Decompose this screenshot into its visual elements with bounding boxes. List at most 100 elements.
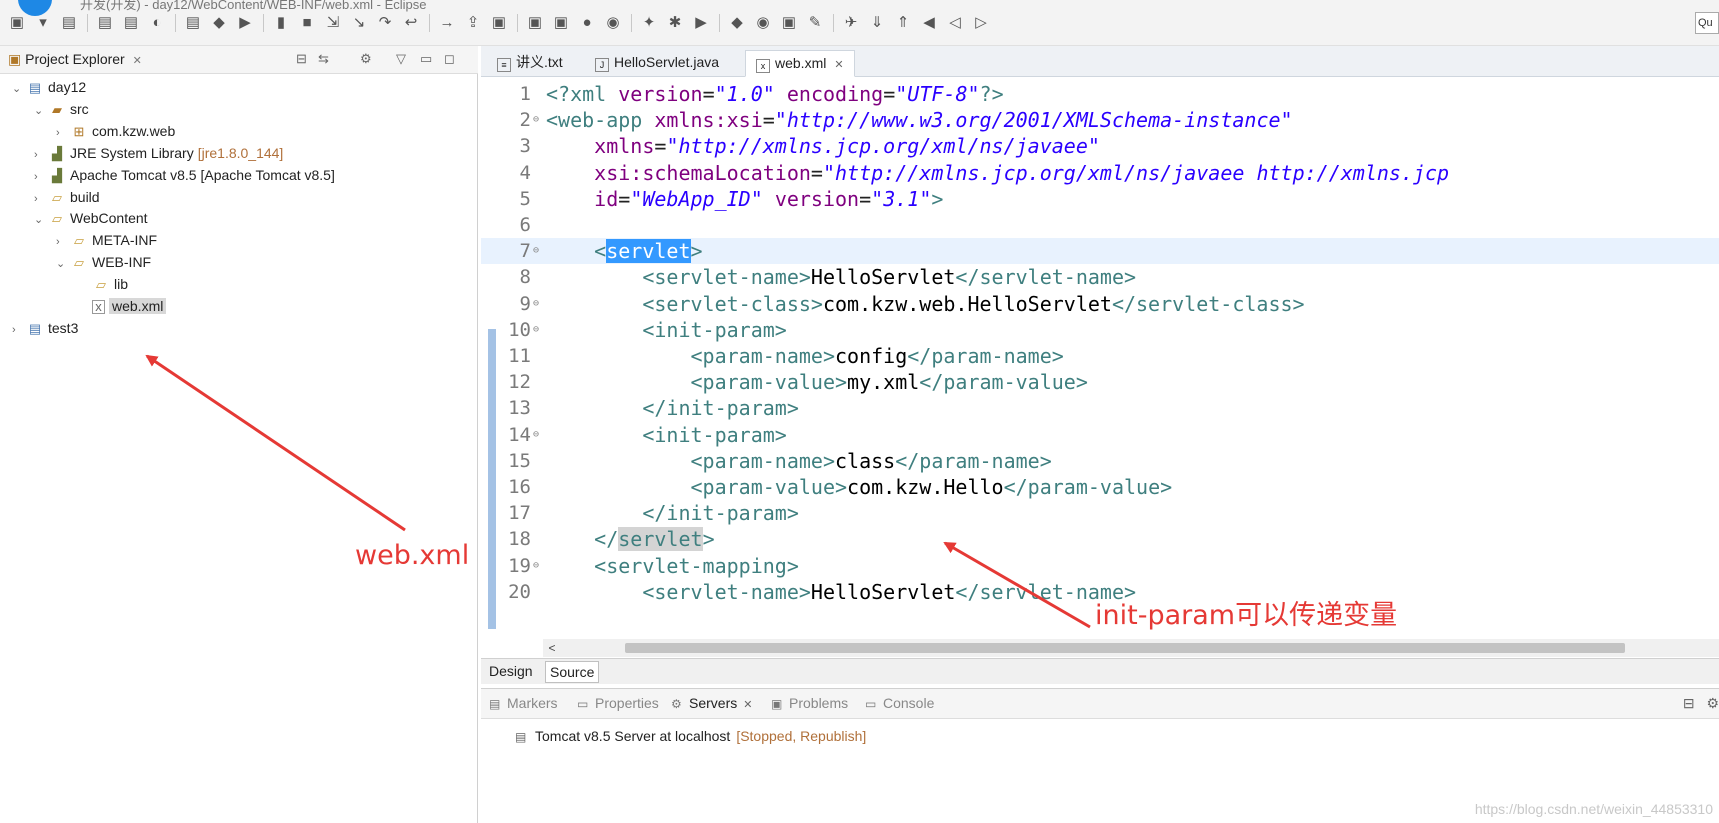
step-into-icon[interactable]: ↘ — [350, 14, 368, 32]
next-annotation-icon[interactable]: ⇓ — [868, 14, 886, 32]
new-class-icon[interactable]: ● — [578, 14, 596, 32]
tree-item[interactable]: ⌄ ▰ src — [34, 98, 89, 120]
filter-icon[interactable]: ⚙ — [360, 51, 372, 67]
chevron-right-icon[interactable]: › — [12, 319, 26, 341]
prev-annotation-icon[interactable]: ⇑ — [894, 14, 912, 32]
search-icon[interactable]: ✦ — [640, 14, 658, 32]
maximize-icon[interactable]: ◻ — [444, 51, 455, 67]
code-line[interactable]: 5 id="WebApp_ID" version="3.1"> — [481, 186, 1719, 212]
terminate-icon[interactable]: ■ — [298, 14, 316, 32]
tree-item[interactable]: › ▱ META-INF — [56, 229, 157, 251]
chevron-down-icon[interactable]: ⌄ — [56, 253, 70, 275]
edit-icon[interactable]: ✎ — [806, 14, 824, 32]
fold-toggle-icon[interactable]: ⊖ — [533, 422, 539, 448]
quick-access-input[interactable]: Qu — [1695, 12, 1719, 34]
chevron-right-icon[interactable]: › — [34, 166, 48, 188]
debug-run-icon[interactable]: ◐ — [148, 14, 166, 32]
code-line[interactable]: 17 </init-param> — [481, 500, 1719, 526]
tab-properties[interactable]: ▭ Properties — [577, 695, 659, 711]
disconnect-icon[interactable]: ⇲ — [324, 14, 342, 32]
coverage-icon[interactable]: ◉ — [754, 14, 772, 32]
tab-editor-file[interactable]: x web.xml ✕ — [745, 50, 855, 77]
pin-icon[interactable]: ✈ — [842, 14, 860, 32]
new-icon[interactable]: ▣ — [8, 14, 26, 32]
tab-design[interactable]: Design — [485, 661, 537, 683]
debug-icon[interactable]: ✱ — [666, 14, 684, 32]
close-icon[interactable]: ✕ — [133, 55, 142, 67]
code-line[interactable]: 19 ⊖ <servlet-mapping> — [481, 553, 1719, 579]
code-line[interactable]: 4 xsi:schemaLocation="http://xmlns.jcp.o… — [481, 160, 1719, 186]
run-icon[interactable]: ▶ — [692, 14, 710, 32]
code-line[interactable]: 3 xmlns="http://xmlns.jcp.org/xml/ns/jav… — [481, 133, 1719, 159]
chevron-down-icon[interactable]: ⌄ — [34, 209, 48, 231]
chevron-down-icon[interactable]: ⌄ — [34, 100, 48, 122]
code-editor[interactable]: 1 <?xml version="1.0" encoding="UTF-8"?> 2… — [481, 79, 1719, 629]
link-editor-icon[interactable]: ⇆ — [318, 51, 329, 67]
fold-toggle-icon[interactable]: ⊖ — [533, 238, 539, 264]
tab-problems[interactable]: ▣ Problems — [771, 695, 848, 711]
code-line[interactable]: 9 ⊖ <servlet-class>com.kzw.web.HelloServl… — [481, 291, 1719, 317]
code-line[interactable]: 13 </init-param> — [481, 395, 1719, 421]
scroll-left-icon[interactable]: < — [543, 639, 561, 657]
tree-item[interactable]: x web.xml — [78, 295, 167, 317]
last-edit-icon[interactable]: ◀ — [920, 14, 938, 32]
tree-item[interactable]: › ▤ test3 — [12, 317, 78, 339]
tab-console[interactable]: ▭ Console — [865, 695, 934, 711]
tree-item[interactable]: ⌄ ▱ WebContent — [34, 207, 148, 229]
save-all-icon[interactable]: ▤ — [60, 14, 78, 32]
skip-breakpoints-icon[interactable]: ◆ — [210, 14, 228, 32]
chevron-down-icon[interactable]: ⌄ — [12, 78, 26, 100]
chevron-right-icon[interactable]: › — [34, 144, 48, 166]
globe-icon[interactable]: ◉ — [604, 14, 622, 32]
fold-toggle-icon[interactable]: ⊖ — [533, 317, 539, 343]
code-line[interactable]: 7 ⊖ <servlet> — [481, 238, 1719, 265]
tab-markers[interactable]: ▤ Markers — [489, 695, 558, 711]
terminal-icon[interactable]: ▤ — [184, 14, 202, 32]
code-line[interactable]: 16 <param-value>com.kzw.Hello</param-val… — [481, 474, 1719, 500]
tab-editor-file[interactable]: J HelloServlet.java — [585, 50, 729, 77]
open-folder-icon[interactable]: ▣ — [780, 14, 798, 32]
tree-item[interactable]: › ▟ Apache Tomcat v8.5 [Apache Tomcat v8.5… — [34, 164, 335, 186]
code-line[interactable]: 10 ⊖ <init-param> — [481, 317, 1719, 343]
minimize-icon[interactable]: ▭ — [420, 51, 432, 67]
code-line[interactable]: 11 <param-name>config</param-name> — [481, 343, 1719, 369]
code-line[interactable]: 14 ⊖ <init-param> — [481, 422, 1719, 448]
collapse-all-icon[interactable]: ⊟ — [296, 51, 307, 67]
server-row[interactable]: ▤ Tomcat v8.5 Server at localhost [Stopped… — [515, 728, 866, 744]
tab-servers[interactable]: ⚙ Servers ✕ — [671, 695, 752, 711]
minimize-icon[interactable]: ⊟ — [1683, 695, 1695, 711]
code-line[interactable]: 6 — [481, 212, 1719, 238]
fold-toggle-icon[interactable]: ⊖ — [533, 107, 539, 133]
run-to-line-icon[interactable]: → — [438, 14, 456, 32]
code-line[interactable]: 12 <param-value>my.xml</param-value> — [481, 369, 1719, 395]
back-icon[interactable]: ◁ — [946, 14, 964, 32]
step-return-icon[interactable]: ↩ — [402, 14, 420, 32]
code-line[interactable]: 1 <?xml version="1.0" encoding="UTF-8"?> — [481, 81, 1719, 107]
publish-icon[interactable]: ⇪ — [464, 14, 482, 32]
fold-toggle-icon[interactable]: ⊖ — [533, 553, 539, 579]
tab-editor-file[interactable]: ≡ 讲义.txt — [487, 50, 573, 77]
chevron-right-icon[interactable]: › — [56, 122, 70, 144]
tree-item[interactable]: ⌄ ▱ WEB-INF — [56, 251, 151, 273]
tree-item[interactable]: › ▱ build — [34, 186, 100, 208]
new-java-project-icon[interactable]: ▣ — [526, 14, 544, 32]
close-icon[interactable]: ✕ — [743, 699, 752, 711]
tree-item[interactable]: › ⊞ com.kzw.web — [56, 120, 175, 142]
view-menu-icon[interactable]: ▽ — [396, 51, 406, 67]
scroll-thumb[interactable] — [625, 643, 1625, 653]
open-type-icon[interactable]: ▤ — [96, 14, 114, 32]
forward-icon[interactable]: ▷ — [972, 14, 990, 32]
horizontal-scrollbar[interactable]: < — [543, 639, 1719, 657]
step-over-icon[interactable]: ↷ — [376, 14, 394, 32]
tab-source[interactable]: Source — [545, 661, 600, 683]
close-icon[interactable]: ✕ — [834, 59, 843, 71]
new-package-icon[interactable]: ▣ — [552, 14, 570, 32]
suspend-icon[interactable]: ▮ — [272, 14, 290, 32]
save-icon[interactable]: ▾ — [34, 14, 52, 32]
chevron-right-icon[interactable]: › — [34, 188, 48, 210]
resume-icon[interactable]: ▶ — [236, 14, 254, 32]
chevron-right-icon[interactable]: › — [56, 231, 70, 253]
code-line[interactable]: 15 <param-name>class</param-name> — [481, 448, 1719, 474]
tree-item[interactable]: ⌄ ▤ day12 — [12, 76, 86, 98]
fold-toggle-icon[interactable]: ⊖ — [533, 291, 539, 317]
